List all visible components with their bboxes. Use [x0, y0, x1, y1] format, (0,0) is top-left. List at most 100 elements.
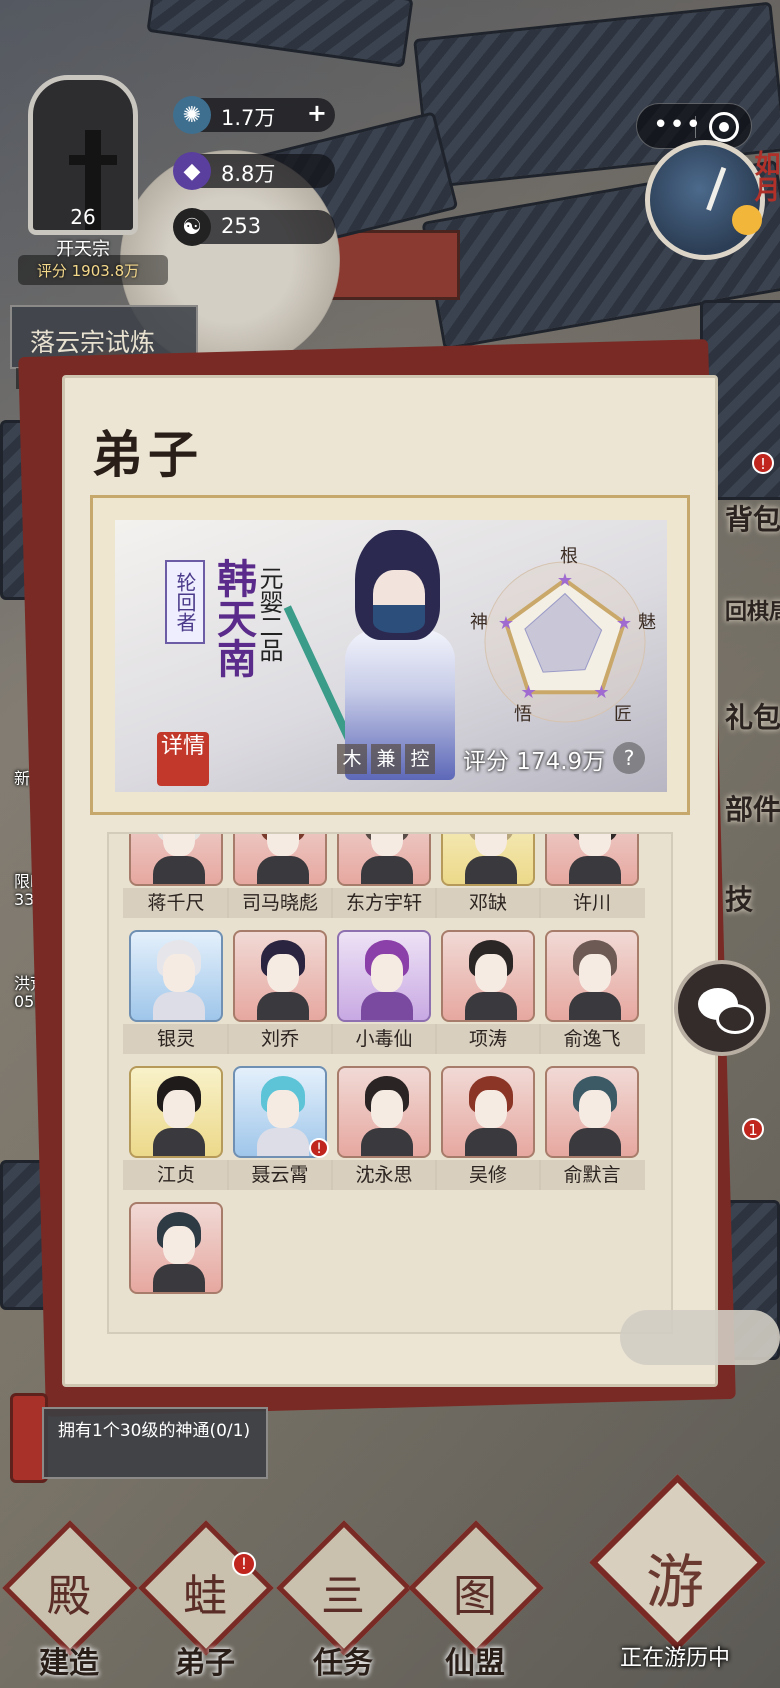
parts-button[interactable]: 部件 [725, 788, 780, 828]
disciple-face [163, 834, 195, 856]
travel-button[interactable]: 游 正在游历中 [580, 1474, 770, 1680]
disciple-list[interactable]: 蒋千尺 司马晓彪 东方宇轩 邓缺 许川银灵 刘乔 小毒仙 项涛 俞逸飞江贞! 聂云霄 沈永思 吴修 俞默… [107, 832, 673, 1334]
disciple-card[interactable]: 刘乔 [227, 930, 333, 1056]
star-icon: ★ [593, 682, 609, 703]
add-resource-button[interactable]: + [307, 99, 327, 127]
disciple-face [579, 954, 611, 992]
close-miniprogram-button[interactable] [709, 112, 739, 142]
radar-label: 根 [560, 546, 578, 567]
chat-button[interactable] [674, 960, 770, 1056]
hero-score: 评分 174.9万 [463, 749, 606, 775]
disciple-card[interactable]: 俞逸飞 [539, 930, 645, 1056]
bag-button[interactable]: 背包 [725, 498, 780, 538]
gift-pack-button[interactable]: 礼包 [725, 696, 780, 736]
disciple-robe [153, 856, 205, 884]
tasks-glyph: 亖 [321, 1571, 365, 1622]
disciple-robe [257, 856, 309, 884]
disciple-card[interactable]: 蒋千尺 [123, 834, 229, 920]
disciple-name: 小毒仙 [331, 1024, 437, 1054]
disciple-portrait [545, 930, 639, 1022]
disciple-face [579, 1090, 611, 1128]
radar-label: 神 [470, 612, 488, 633]
disciple-portrait [129, 930, 223, 1022]
disciple-robe [153, 992, 205, 1020]
disciple-card[interactable]: 邓缺 [435, 834, 541, 920]
disciple-robe [257, 992, 309, 1020]
disciple-portrait [545, 834, 639, 886]
nav-alliance[interactable]: 图 仙盟 [408, 1520, 544, 1681]
quest-box: 拥有1个30级的神通(0/1) [42, 1407, 268, 1479]
details-button[interactable]: 详情 [157, 732, 209, 786]
wall-decor [320, 230, 460, 300]
element-tag: 木 [337, 744, 367, 774]
cloud-decor [620, 1310, 780, 1365]
attribute-radar: ★ ★ ★ ★ ★ 根 魅 匠 悟 神 [470, 546, 660, 730]
disciple-portrait [441, 1066, 535, 1158]
build-glyph: 殿 [47, 1571, 91, 1622]
disciple-face [475, 1090, 507, 1128]
disciple-card[interactable]: 司马晓彪 [227, 834, 333, 920]
disciple-robe [153, 1264, 205, 1292]
disciple-robe [569, 856, 621, 884]
disciple-card[interactable]: 项涛 [435, 930, 541, 1056]
disciple-card[interactable]: 江贞 [123, 1066, 229, 1192]
alert-badge: ! [232, 1552, 256, 1576]
resource-value: 1.7万 [221, 106, 276, 130]
disciple-card[interactable]: 许川 [539, 834, 645, 920]
hero-mask [373, 605, 425, 633]
nav-disciples[interactable]: 蛙 ! 弟子 [138, 1520, 274, 1681]
quest-tracker[interactable]: 拥有1个30级的神通(0/1) [10, 1393, 268, 1483]
disciple-card[interactable]: 吴修 [435, 1066, 541, 1192]
disciple-name: 银灵 [123, 1024, 229, 1054]
disciple-face [371, 954, 403, 992]
chat-bubble-icon [716, 1004, 754, 1034]
sun-icon [732, 205, 762, 235]
travel-status: 正在游历中 [619, 1646, 730, 1671]
hero-card[interactable]: 轮回者 韩天南 元婴二品 详情 木 兼 控 评分 174.9万 ? ★ ★ ★ ★ ★ … [90, 495, 690, 815]
nav-tasks[interactable]: 亖 任务 [276, 1520, 412, 1681]
sword-icon [283, 605, 355, 745]
disciple-name: 俞默言 [539, 1160, 645, 1190]
disciple-card[interactable]: 沈永思 [331, 1066, 437, 1192]
disciple-face [579, 834, 611, 856]
disciple-name: 许川 [539, 888, 645, 918]
disciple-portrait [233, 834, 327, 886]
hero-card-inner: 轮回者 韩天南 元婴二品 详情 木 兼 控 评分 174.9万 ? ★ ★ ★ ★ ★ … [115, 520, 667, 792]
nav-label: 弟子 [175, 1646, 235, 1681]
hero-name: 韩天南 [210, 558, 257, 678]
disciple-face [267, 1090, 299, 1128]
resource-yin-yang[interactable]: ☯ 253 [173, 208, 335, 246]
alert-badge: ! [309, 1138, 329, 1158]
disciple-portrait [545, 1066, 639, 1158]
nav-build[interactable]: 殿 建造 [2, 1520, 138, 1681]
yin-yang-icon: ☯ [173, 208, 211, 246]
reincarnator-tag: 轮回者 [165, 560, 205, 644]
disciple-card[interactable]: 东方宇轩 [331, 834, 437, 920]
panel-title: 弟子 [92, 425, 204, 484]
disciple-card[interactable]: 俞默言 [539, 1066, 645, 1192]
disciple-portrait [337, 1066, 431, 1158]
resource-value: 8.8万 [221, 162, 276, 186]
sect-emblem[interactable]: 26 开天宗 评分 1903.8万 [18, 55, 168, 285]
disciple-face [475, 834, 507, 856]
disciple-portrait [441, 834, 535, 886]
disciple-portrait [129, 1202, 223, 1294]
disciple-card[interactable] [129, 1202, 223, 1328]
disciple-face [371, 834, 403, 856]
skills-button[interactable]: 技 [725, 878, 753, 918]
disciple-name: 东方宇轩 [331, 888, 437, 918]
calendar-month: 如月 [750, 150, 780, 202]
chess-button[interactable]: 回棋局 [725, 594, 780, 626]
resource-crystal[interactable]: ◆ 8.8万 [173, 152, 335, 190]
disciple-portrait [233, 930, 327, 1022]
capsule-divider [695, 116, 696, 138]
disciple-card[interactable]: ! 聂云霄 [227, 1066, 333, 1192]
disciple-robe [361, 1128, 413, 1156]
disciple-card[interactable]: 银灵 [123, 930, 229, 1056]
help-button[interactable]: ? [613, 742, 645, 774]
disciple-card[interactable]: 小毒仙 [331, 930, 437, 1056]
bag-badge: ! [752, 452, 774, 474]
disciple-name: 刘乔 [227, 1024, 333, 1054]
travel-glyph: 游 [645, 1548, 704, 1616]
resource-spirit-stone[interactable]: ✺ 1.7万 + [173, 96, 335, 134]
